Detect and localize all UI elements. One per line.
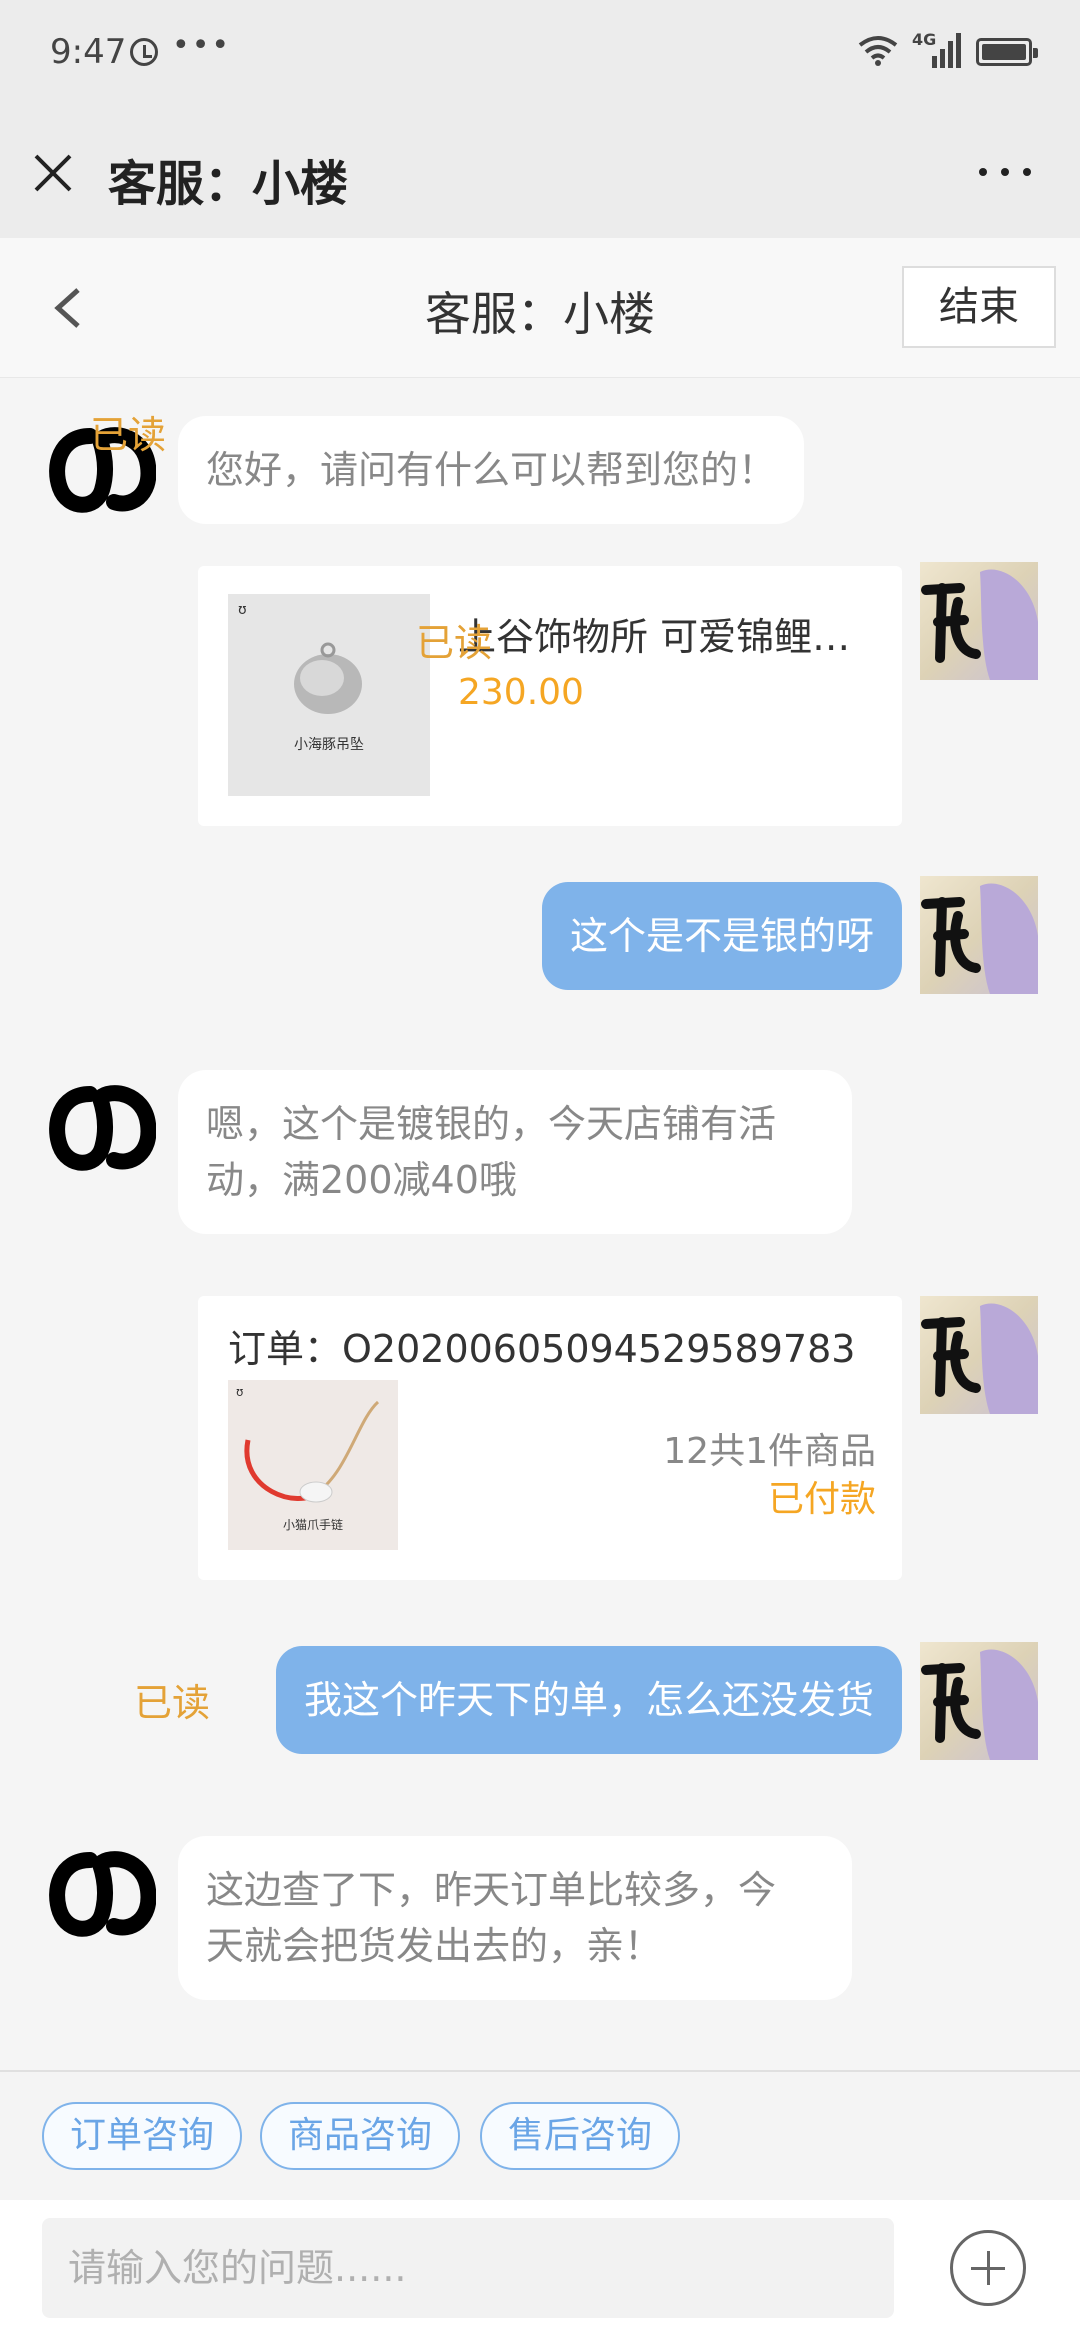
message-input[interactable]: 请输入您的问题......	[42, 2218, 894, 2318]
product-card[interactable]: ʊ 小海豚吊坠 上谷饰物所 可爱锦鲤海... 230.00	[198, 566, 902, 826]
alarm-icon	[130, 38, 158, 66]
order-card[interactable]: 订单：O20200605094529589783 ʊ 小猫爪手链 12共1件商品…	[198, 1296, 902, 1580]
message-text: 我这个昨天下的单，怎么还没发货	[303, 1678, 874, 1722]
product-thumbnail: ʊ 小海豚吊坠	[228, 594, 430, 796]
thumbnail-caption: 小海豚吊坠	[294, 737, 364, 753]
status-bar: 9:47 ••• 4G	[0, 0, 1080, 108]
service-avatar	[49, 1851, 156, 1937]
user-message: 这个是不是银的呀	[541, 882, 902, 990]
message-text: 您好，请问有什么可以帮到您的！	[206, 448, 777, 492]
close-icon[interactable]	[30, 150, 76, 196]
user-avatar	[920, 562, 1038, 680]
read-status: 已读	[416, 621, 493, 665]
tag-order-inquiry[interactable]: 订单咨询	[42, 2102, 243, 2170]
order-status: 已付款	[767, 1479, 876, 1520]
order-thumbnail: ʊ 小猫爪手链	[228, 1380, 398, 1550]
product-price: 230.00	[458, 672, 584, 713]
status-time: 9:47	[50, 32, 127, 72]
service-message: 您好，请问有什么可以帮到您的！	[178, 416, 805, 524]
outer-title: 客服：小楼	[108, 156, 349, 212]
svg-text:ʊ: ʊ	[238, 602, 247, 618]
chat-header: 客服：小楼 结束	[0, 238, 1080, 378]
read-status: 已读	[134, 1681, 211, 1725]
message-text: 动，满200减40哦	[206, 1158, 517, 1202]
notification-dots: •••	[172, 28, 232, 63]
read-status: 已读	[90, 413, 167, 457]
order-number: 订单：O20200605094529589783	[228, 1327, 856, 1371]
service-avatar	[49, 1085, 156, 1171]
outer-header: 客服：小楼	[0, 108, 1080, 238]
service-message: 这边查了下，昨天订单比较多，今 天就会把货发出去的，亲！	[178, 1836, 852, 2000]
quick-tags-bar: 订单咨询 商品咨询 售后咨询	[0, 2070, 1080, 2200]
more-menu-icon[interactable]	[975, 156, 1035, 186]
chat-area[interactable]: 您好，请问有什么可以帮到您的！ 已读 ʊ 小海豚吊坠 上谷饰物所 可爱锦鲤海..…	[0, 380, 1080, 2070]
battery-icon	[976, 38, 1038, 66]
message-text: 这个是不是银的呀	[569, 914, 874, 958]
signal-icon	[932, 33, 961, 68]
svg-text:ʊ: ʊ	[236, 1385, 243, 1399]
product-title: 上谷饰物所 可爱锦鲤海...	[458, 615, 878, 659]
user-avatar	[920, 876, 1038, 994]
message-text: 这边查了下，昨天订单比较多，今	[206, 1868, 777, 1912]
user-avatar	[920, 1296, 1038, 1414]
user-message: 我这个昨天下的单，怎么还没发货	[275, 1646, 902, 1754]
service-message: 嗯，这个是镀银的，今天店铺有活 动，满200减40哦	[178, 1070, 852, 1234]
input-bar: 请输入您的问题......	[0, 2200, 1080, 2340]
wifi-icon	[858, 36, 898, 66]
message-text: 天就会把货发出去的，亲！	[206, 1924, 663, 1968]
message-text: 嗯，这个是镀银的，今天店铺有活	[206, 1102, 777, 1146]
user-avatar	[920, 1642, 1038, 1760]
tag-aftersale-inquiry[interactable]: 售后咨询	[480, 2102, 681, 2170]
thumbnail-caption: 小猫爪手链	[282, 1518, 343, 1532]
end-chat-button[interactable]: 结束	[902, 266, 1056, 348]
order-item-count: 12共1件商品	[663, 1431, 876, 1472]
add-attachment-icon[interactable]	[950, 2230, 1026, 2306]
tag-product-inquiry[interactable]: 商品咨询	[260, 2102, 461, 2170]
